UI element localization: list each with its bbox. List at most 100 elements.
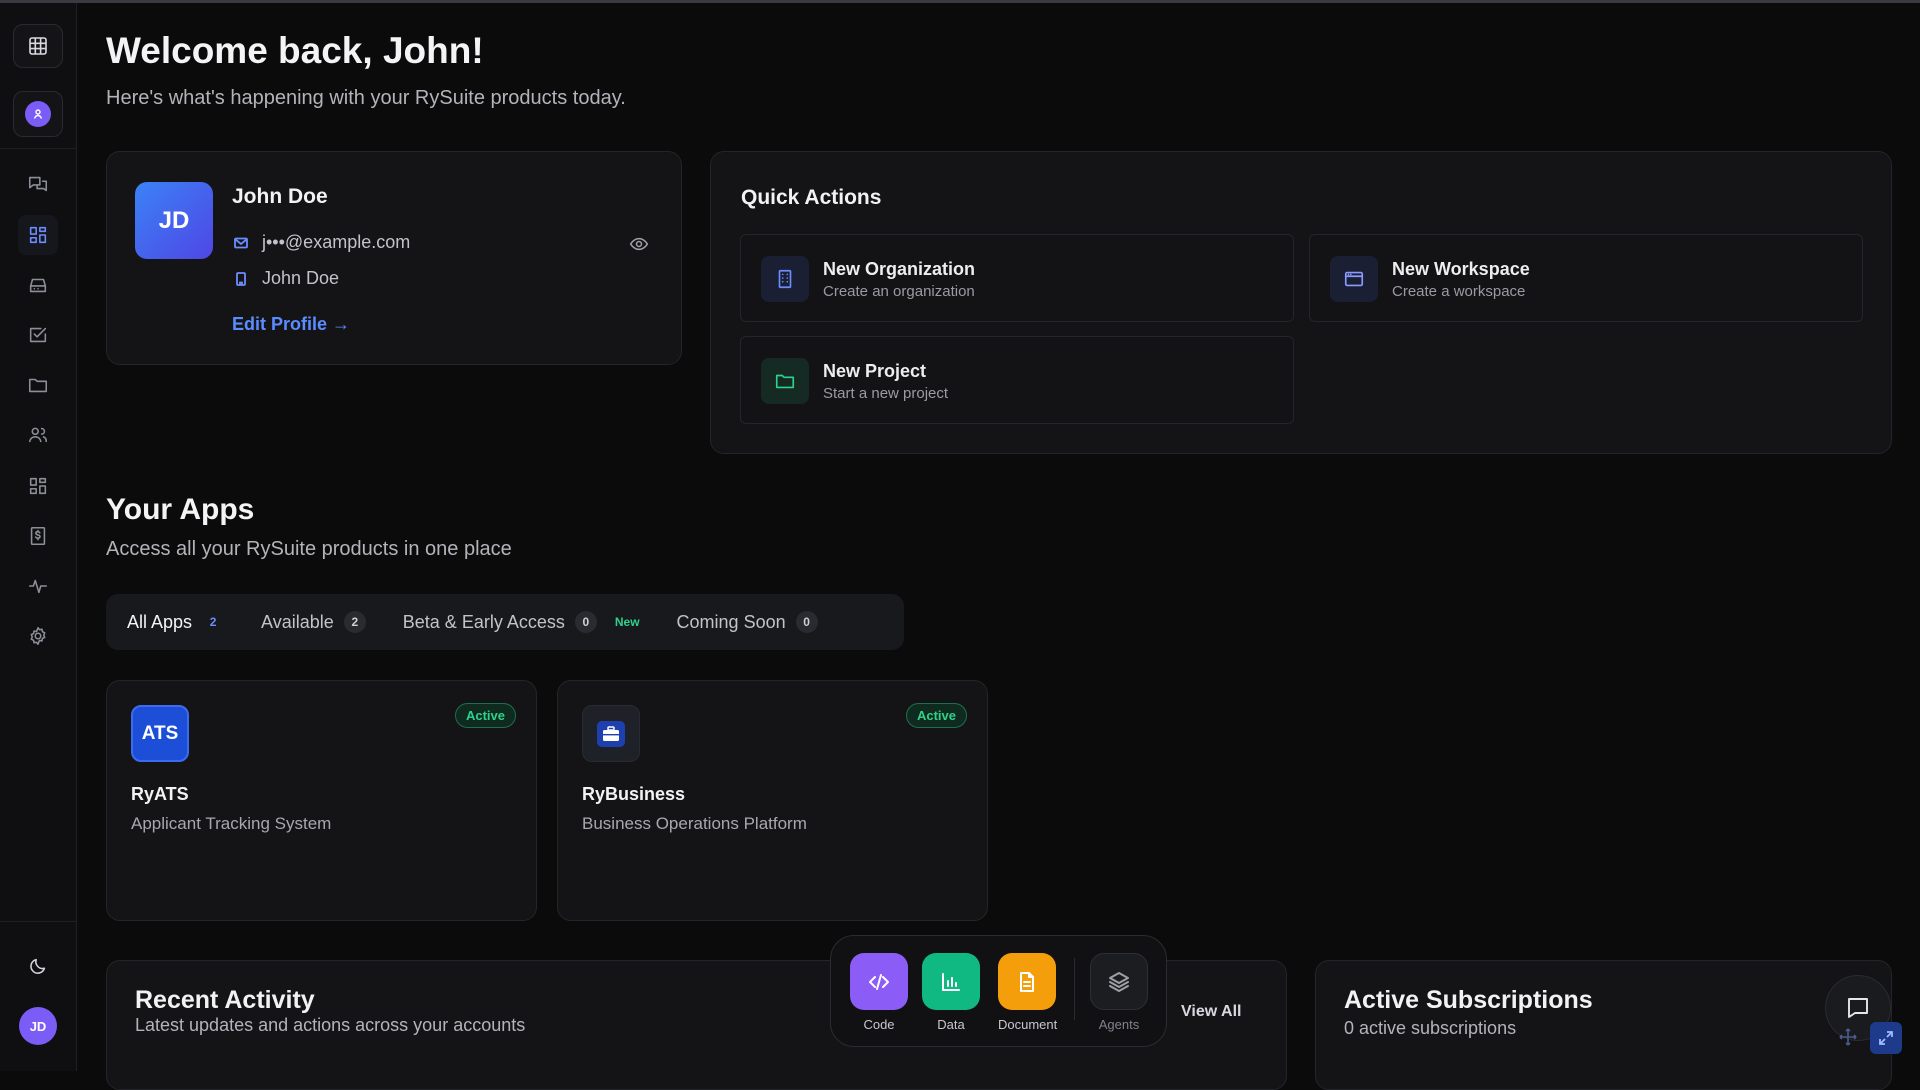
tab-available[interactable]: Available 2: [261, 611, 366, 633]
sidebar-item-inbox[interactable]: [18, 265, 58, 305]
sidebar-item-billing[interactable]: [18, 516, 58, 556]
edit-profile-label: Edit Profile: [232, 314, 328, 334]
tab-beta-early-access[interactable]: Beta & Early Access 0 New: [403, 611, 640, 633]
users-icon: [28, 427, 48, 443]
sidebar-divider: [0, 148, 77, 149]
profile-email: j•••@example.com: [262, 232, 411, 252]
tab-coming-soon[interactable]: Coming Soon 0: [677, 611, 818, 633]
document-icon: [998, 953, 1056, 1010]
tasks-icon: [29, 327, 47, 343]
dock-item-document[interactable]: Document: [998, 953, 1058, 1032]
sidebar: JD: [0, 3, 77, 1071]
recent-activity-subtitle: Latest updates and actions across your a…: [135, 1015, 526, 1035]
folder-icon: [761, 358, 809, 404]
dock-item-data[interactable]: Data: [922, 953, 980, 1032]
apps-section-subtitle: Access all your RySuite products in one …: [106, 538, 512, 560]
status-badge: Active: [454, 703, 516, 728]
sidebar-item-apps[interactable]: [18, 466, 58, 506]
quick-actions-title: Quick Actions: [741, 186, 882, 209]
sidebar-item-activity[interactable]: [18, 566, 58, 606]
quick-action-subtitle: Start a new project: [823, 385, 949, 402]
quick-action-subtitle: Create an organization: [823, 283, 975, 300]
tab-label: Coming Soon: [676, 611, 786, 632]
app-description: Business Operations Platform: [582, 814, 807, 833]
dashboard-icon: [29, 226, 47, 244]
code-icon: [850, 953, 908, 1010]
folder-icon: [28, 378, 48, 393]
profile-card: JD John Doe j•••@example.com John Doe Ed…: [106, 151, 682, 365]
top-border: [0, 0, 1920, 3]
edit-profile-link[interactable]: Edit Profile →: [232, 314, 350, 335]
subscriptions-title: Active Subscriptions: [1344, 986, 1593, 1014]
quick-action-new-project[interactable]: New Project Start a new project: [740, 336, 1294, 424]
building-icon: [761, 256, 809, 302]
tab-label: Available: [261, 611, 334, 632]
account-switcher[interactable]: [13, 91, 63, 137]
status-badge: Active: [905, 703, 967, 728]
expand-button[interactable]: [1870, 1022, 1902, 1054]
reveal-email-button[interactable]: [629, 234, 651, 256]
dock-item-code[interactable]: Code: [850, 953, 908, 1032]
tab-label: All Apps: [127, 611, 193, 632]
workspace-icon: [1330, 256, 1378, 302]
apps-tabs: All Apps 2 Available 2 Beta & Early Acce…: [106, 594, 904, 650]
user-icon: [25, 101, 51, 127]
rybusiness-logo: [582, 705, 640, 762]
tab-count-badge: 0: [574, 611, 597, 633]
view-all-link[interactable]: View All: [1181, 1003, 1241, 1021]
gear-icon: [30, 626, 46, 646]
dock-divider: [1074, 958, 1075, 1020]
page-title: Welcome back, John!: [106, 30, 484, 71]
quick-action-title: New Project: [823, 361, 927, 381]
sidebar-item-files[interactable]: [18, 365, 58, 405]
app-name: RyBusiness: [582, 784, 686, 804]
sidebar-item-tasks[interactable]: [18, 315, 58, 355]
tab-count-badge: 2: [343, 611, 366, 633]
tab-label: Beta & Early Access: [402, 611, 565, 632]
tab-all-apps[interactable]: All Apps 2: [127, 611, 224, 633]
dock-item-agents[interactable]: Agents: [1090, 953, 1148, 1032]
sidebar-divider: [0, 921, 77, 922]
profile-org-row: John Doe: [232, 268, 339, 289]
dock-label: Document: [998, 1017, 1058, 1032]
dock-label: Data: [937, 1017, 965, 1032]
quick-action-title: New Workspace: [1392, 259, 1530, 279]
recent-activity-title: Recent Activity: [135, 986, 315, 1014]
billing-icon: [30, 526, 46, 546]
arrow-right-icon: →: [332, 314, 351, 334]
layers-icon: [1090, 953, 1148, 1010]
inbox-icon: [29, 278, 47, 293]
new-tag: New: [614, 615, 640, 629]
chat-icon: [28, 176, 48, 192]
profile-email-row: j•••@example.com: [232, 232, 410, 253]
app-card-rybusiness[interactable]: Active RyBusiness Business Operations Pl…: [557, 680, 988, 921]
floating-dock: Code Data Document Agents: [830, 935, 1167, 1047]
briefcase-icon: [597, 720, 625, 747]
app-description: Applicant Tracking System: [131, 814, 332, 833]
quick-action-new-organization[interactable]: New Organization Create an organization: [740, 234, 1294, 322]
quick-action-new-workspace[interactable]: New Workspace Create a workspace: [1309, 234, 1863, 322]
eye-icon: [629, 237, 649, 251]
sidebar-item-settings[interactable]: [18, 616, 58, 656]
move-icon[interactable]: [1838, 1027, 1860, 1049]
app-name: RyATS: [131, 784, 189, 804]
tab-count-badge: 2: [209, 615, 217, 629]
quick-action-title: New Organization: [823, 259, 976, 279]
page-subtitle: Here's what's happening with your RySuit…: [106, 87, 626, 109]
grid-icon: [29, 37, 47, 55]
user-avatar[interactable]: JD: [19, 1007, 57, 1045]
sidebar-item-team[interactable]: [18, 415, 58, 455]
sidebar-item-dashboard[interactable]: [18, 215, 58, 255]
sidebar-item-chat[interactable]: [18, 164, 58, 204]
apps-icon: [29, 477, 47, 495]
building-icon: [232, 270, 250, 288]
theme-toggle[interactable]: [18, 946, 58, 986]
profile-name: John Doe: [232, 185, 328, 208]
subscriptions-subtitle: 0 active subscriptions: [1344, 1018, 1517, 1038]
app-card-ryats[interactable]: ATS Active RyATS Applicant Tracking Syst…: [106, 680, 537, 921]
quick-actions-card: Quick Actions New Organization Create an…: [710, 151, 1892, 454]
mail-icon: [232, 234, 250, 252]
message-icon: [1848, 998, 1868, 1018]
profile-organization: John Doe: [262, 268, 340, 288]
app-grid-button[interactable]: [13, 24, 63, 68]
